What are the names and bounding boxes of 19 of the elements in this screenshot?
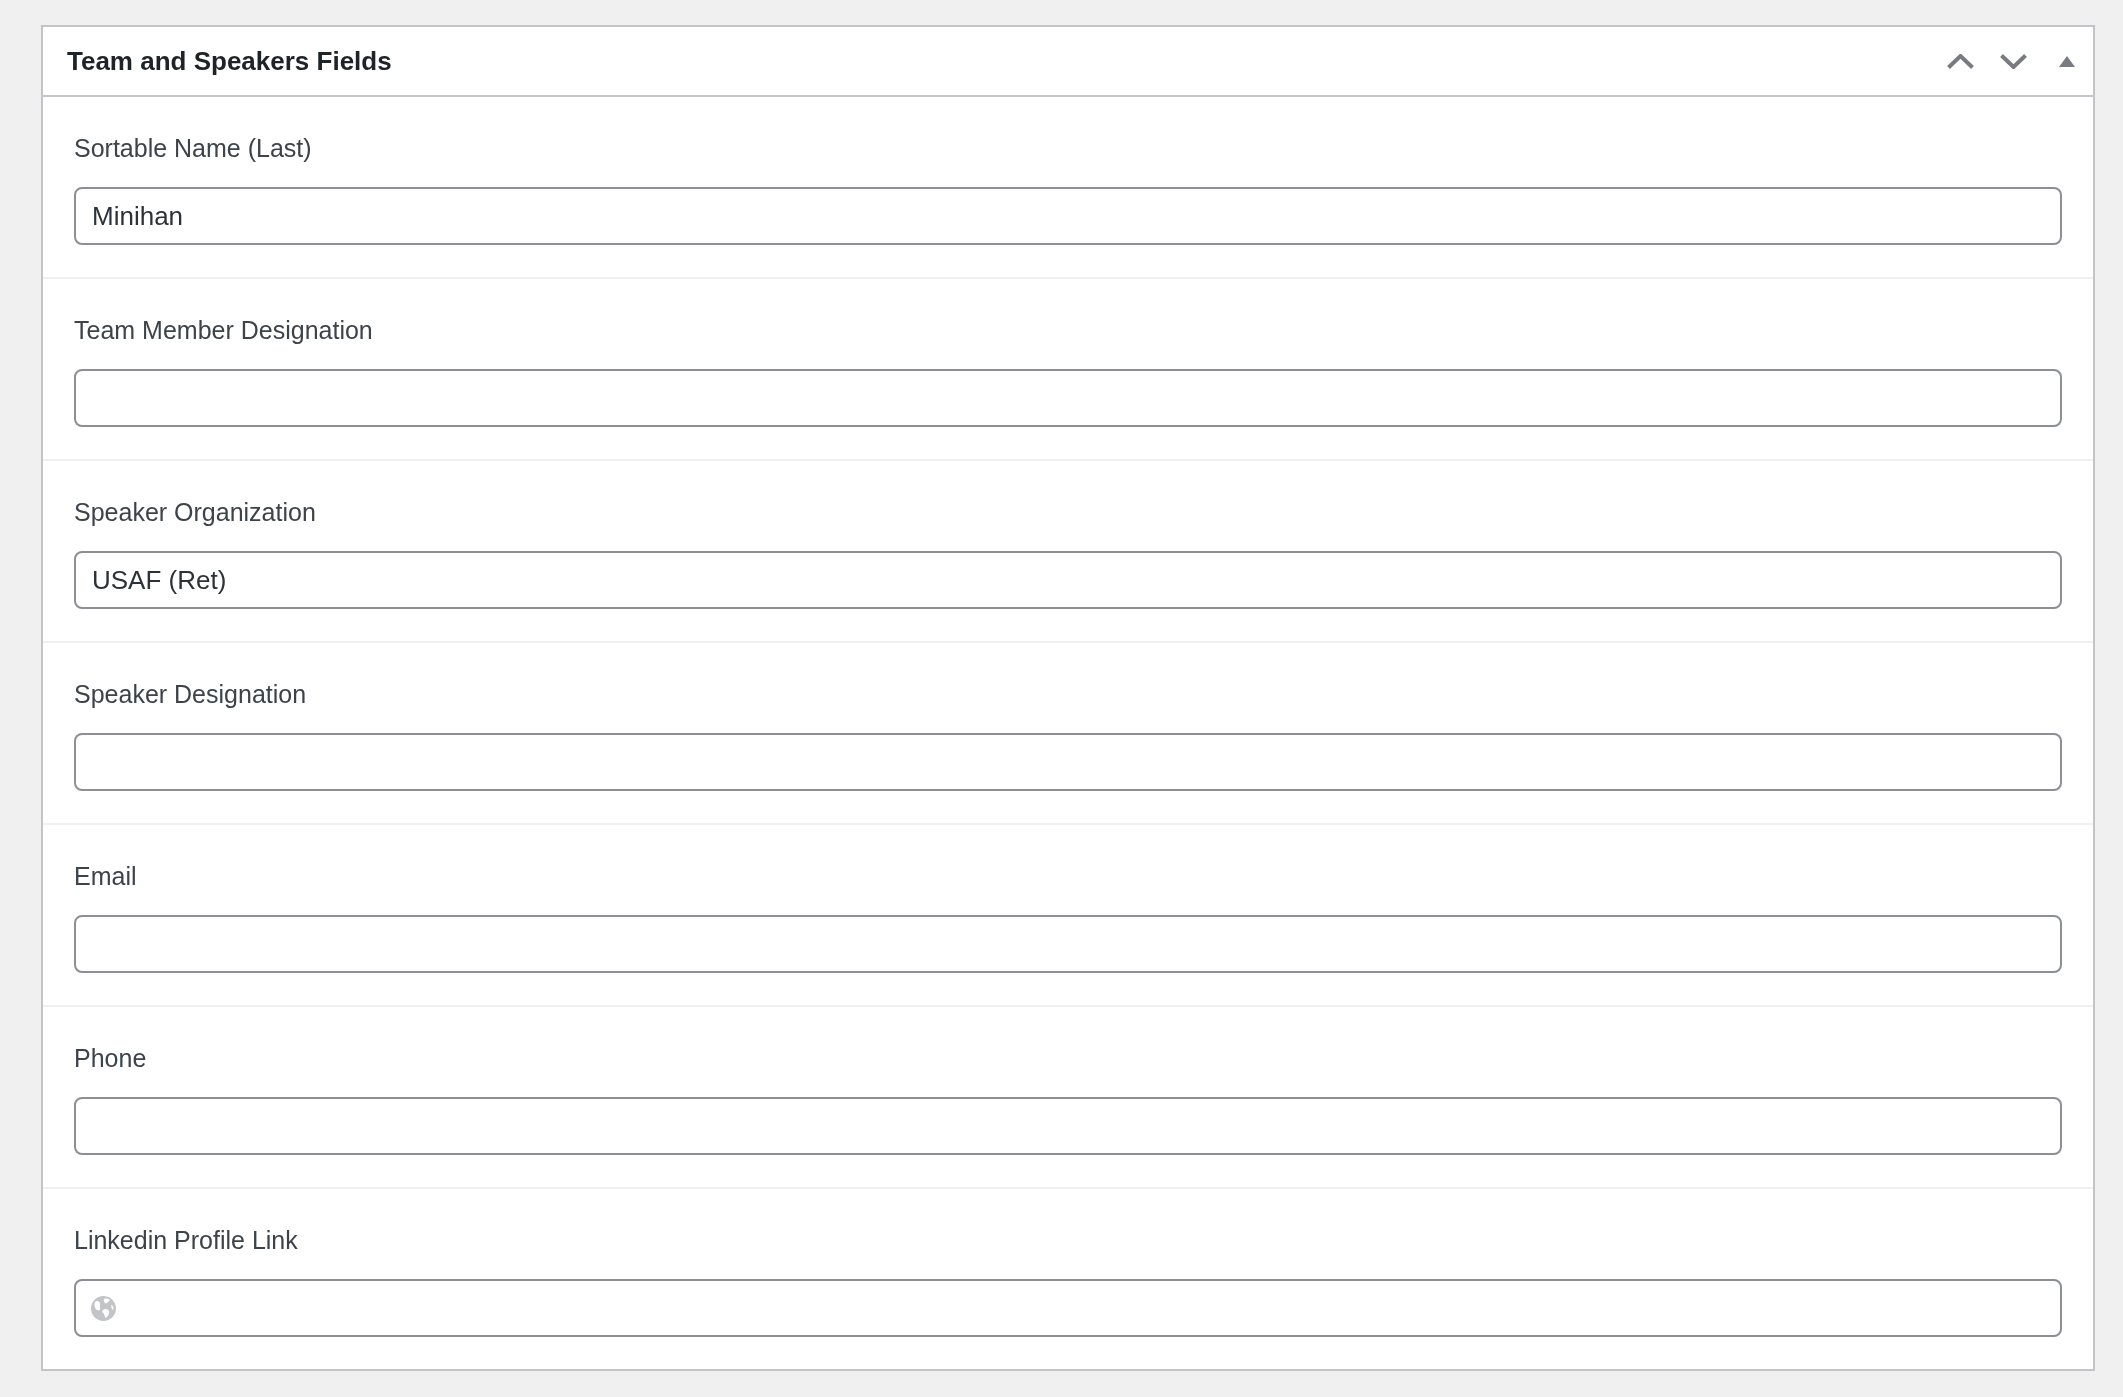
field-label: Sortable Name (Last): [74, 133, 313, 163]
globe-icon: [91, 1295, 116, 1321]
text-field[interactable]: [74, 369, 2062, 427]
chevron-down-icon: [2000, 53, 2027, 69]
field-label: Email: [74, 861, 138, 891]
field-label: Phone: [74, 1043, 148, 1073]
chevron-up-icon: [1947, 53, 1974, 69]
text-field[interactable]: Minihan: [74, 187, 2062, 245]
text-field[interactable]: [74, 915, 2062, 973]
field-label: Linkedin Profile Link: [74, 1225, 299, 1255]
triangle-up-icon: [2058, 55, 2075, 67]
url-field[interactable]: [74, 1279, 2062, 1337]
panel-title: Team and Speakers Fields: [67, 45, 392, 77]
text-field[interactable]: [74, 1097, 2062, 1155]
text-field[interactable]: [74, 733, 2062, 791]
field-label: Speaker Designation: [74, 679, 308, 709]
text-field[interactable]: USAF (Ret): [74, 551, 2062, 609]
field-label: Team Member Designation: [74, 315, 374, 345]
field-label: Speaker Organization: [74, 497, 317, 527]
